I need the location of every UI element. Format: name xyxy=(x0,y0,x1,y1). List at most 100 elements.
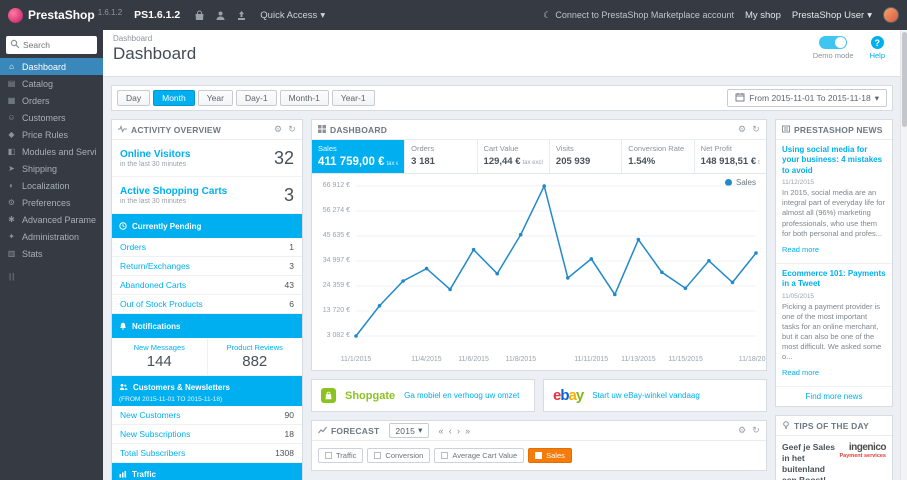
collapse-menu-icon[interactable]: || xyxy=(9,272,94,281)
breadcrumb[interactable]: Dashboard xyxy=(113,34,891,43)
period-day-1-button[interactable]: Day-1 xyxy=(235,90,277,106)
read-more-link[interactable]: Read more xyxy=(782,368,819,377)
user-menu[interactable]: PrestaShop User ▾ xyxy=(792,10,872,21)
tab-sales[interactable]: Sales 411 759,00 €tax excl. xyxy=(312,140,406,173)
period-month-button[interactable]: Month xyxy=(153,90,195,106)
first-page-icon[interactable]: « xyxy=(439,426,444,436)
sidebar-item-label: Administration xyxy=(22,231,80,242)
marketplace-link[interactable]: ☾ Connect to PrestaShop Marketplace acco… xyxy=(543,10,734,21)
forecast-year-select[interactable]: 2015 ▾ xyxy=(389,423,429,438)
new-customers-link[interactable]: New Customers xyxy=(120,410,180,420)
refresh-icon[interactable]: ↻ xyxy=(752,425,760,436)
sidebar-item-preferences[interactable]: ⚙ Preferences xyxy=(0,194,103,211)
find-more-news-link[interactable]: Find more news xyxy=(776,387,892,406)
date-range-picker[interactable]: From 2015-11-01 To 2015-11-18 ▾ xyxy=(727,89,887,107)
sidebar-item-shipping[interactable]: ➤ Shipping xyxy=(0,160,103,177)
activity-panel-title: ACTIVITY OVERVIEW xyxy=(131,124,221,135)
sidebar-item-customers[interactable]: ☺ Customers xyxy=(0,109,103,126)
sidebar-item-catalog[interactable]: ▤ Catalog xyxy=(0,75,103,92)
gear-icon[interactable]: ⚙ xyxy=(274,124,282,135)
prestashop-logo-icon[interactable] xyxy=(8,7,23,23)
period-month-1-button[interactable]: Month-1 xyxy=(279,90,329,106)
forecast-legend: Traffic Conversion Average Cart Value Sa… xyxy=(312,441,766,470)
forecast-conversion-toggle[interactable]: Conversion xyxy=(367,448,431,463)
right-column: PRESTASHOP NEWS Using social media for y… xyxy=(775,119,893,480)
tips-of-the-day-panel: TIPS OF THE DAY Geef je Sales in het bui… xyxy=(775,415,893,480)
sidebar-item-label: Price Rules xyxy=(22,129,69,140)
gear-icon[interactable]: ⚙ xyxy=(738,124,746,135)
trend-icon xyxy=(318,426,327,436)
employee-icon[interactable] xyxy=(215,10,226,21)
demo-mode-toggle[interactable]: Demo mode xyxy=(813,36,854,60)
tips-panel-title: TIPS OF THE DAY xyxy=(794,420,869,431)
tab-conversion-rate[interactable]: Conversion Rate 1.54% xyxy=(622,140,695,173)
forecast-avg-cart-toggle[interactable]: Average Cart Value xyxy=(434,448,525,463)
tab-orders[interactable]: Orders 3 181 xyxy=(405,140,478,173)
tab-value: 205 939 xyxy=(555,156,591,167)
article-title-link[interactable]: Using social media for your business: 4 … xyxy=(782,145,886,176)
forecast-traffic-toggle[interactable]: Traffic xyxy=(318,448,364,463)
chevron-down-icon: ▾ xyxy=(320,9,326,21)
total-subscribers-link[interactable]: Total Subscribers xyxy=(120,448,185,458)
sidebar-item-modules[interactable]: ◧ Modules and Services xyxy=(0,143,103,160)
ebay-ad-link[interactable]: Start uw eBay-winkel vandaag xyxy=(592,391,700,400)
rocket-icon[interactable] xyxy=(236,10,247,21)
ingenico-logo[interactable]: ingenico Payment services xyxy=(840,442,887,459)
sidebar-item-stats[interactable]: ▥ Stats xyxy=(0,245,103,262)
out-of-stock-link[interactable]: Out of Stock Products xyxy=(120,299,203,309)
refresh-icon[interactable]: ↻ xyxy=(288,124,296,135)
online-visitors-link[interactable]: Online Visitors xyxy=(120,149,190,160)
quick-access-menu[interactable]: Quick Access ▾ xyxy=(260,10,325,21)
shopgate-ad-link[interactable]: Ga mobiel en verhoog uw omzet xyxy=(404,391,519,400)
returns-link[interactable]: Return/Exchanges xyxy=(120,261,190,271)
online-visitors-kpi: Online Visitors in the last 30 minutes 32 xyxy=(112,140,302,177)
period-year-1-button[interactable]: Year-1 xyxy=(331,90,375,106)
out-of-stock-row: Out of Stock Products 6 xyxy=(112,295,302,314)
toggle-knob xyxy=(835,37,847,48)
sidebar-item-localization[interactable]: ◐ Localization xyxy=(0,177,103,194)
toggle-switch[interactable] xyxy=(819,36,848,49)
tab-visits[interactable]: Visits 205 939 xyxy=(550,140,623,173)
sidebar-item-advanced-parameters[interactable]: ✱ Advanced Parameters xyxy=(0,211,103,228)
new-subscriptions-link[interactable]: New Subscriptions xyxy=(120,429,190,439)
period-day-button[interactable]: Day xyxy=(117,90,151,106)
tab-value: 3 181 xyxy=(411,156,435,167)
tab-net-profit[interactable]: Net Profit 148 918,51 €tax excl. xyxy=(695,140,766,173)
abandoned-carts-link[interactable]: Abandoned Carts xyxy=(120,280,186,290)
active-carts-link[interactable]: Active Shopping Carts xyxy=(120,186,227,197)
sales-chart: Sales 66 912 €56 274 €45 635 €34 997 €24… xyxy=(312,174,766,370)
cart-icon[interactable] xyxy=(194,10,205,21)
help-button[interactable]: ? Help xyxy=(870,36,885,60)
forecast-pagination: « ‹ › » xyxy=(439,426,471,436)
legend-dot-icon xyxy=(724,179,732,186)
prev-page-icon[interactable]: ‹ xyxy=(449,426,452,436)
my-shop-link[interactable]: My shop xyxy=(745,10,781,21)
scrollbar-thumb[interactable] xyxy=(902,32,907,127)
product-reviews-cell[interactable]: Product Reviews 882 xyxy=(206,338,303,375)
sidebar-item-orders[interactable]: ▦ Orders xyxy=(0,92,103,109)
customers-newsletters-header: Customers & Newsletters (FROM 2015-11-01… xyxy=(112,376,302,406)
sidebar-item-administration[interactable]: ✦ Administration xyxy=(0,228,103,245)
orders-icon: ▦ xyxy=(7,96,16,105)
sidebar-item-price-rules[interactable]: ◆ Price Rules xyxy=(0,126,103,143)
tab-cart-value[interactable]: Cart Value 129,44 € tax excl. xyxy=(478,140,550,173)
next-page-icon[interactable]: › xyxy=(457,426,460,436)
tab-label: Sales xyxy=(318,144,337,153)
last-page-icon[interactable]: » xyxy=(465,426,470,436)
avatar[interactable] xyxy=(883,7,899,23)
catalog-icon: ▤ xyxy=(7,79,16,88)
gear-icon[interactable]: ⚙ xyxy=(738,425,746,436)
read-more-link[interactable]: Read more xyxy=(782,245,819,254)
forecast-sales-toggle[interactable]: Sales xyxy=(528,448,572,463)
period-year-button[interactable]: Year xyxy=(197,90,233,106)
refresh-icon[interactable]: ↻ xyxy=(752,124,760,135)
article-title-link[interactable]: Ecommerce 101: Payments in a Tweet xyxy=(782,269,886,290)
pending-orders-link[interactable]: Orders xyxy=(120,242,146,252)
activity-overview-panel: ACTIVITY OVERVIEW ⚙ ↻ Online Visitors in … xyxy=(111,119,303,480)
ebay-letter: b xyxy=(560,387,569,404)
chevron-down-icon: ▾ xyxy=(867,9,872,21)
tab-value: 411 759,00 € xyxy=(318,156,385,168)
sidebar-item-dashboard[interactable]: ⌂ Dashboard xyxy=(0,58,103,75)
new-messages-cell[interactable]: New Messages 144 xyxy=(112,338,207,375)
section-title: Traffic xyxy=(132,469,157,479)
